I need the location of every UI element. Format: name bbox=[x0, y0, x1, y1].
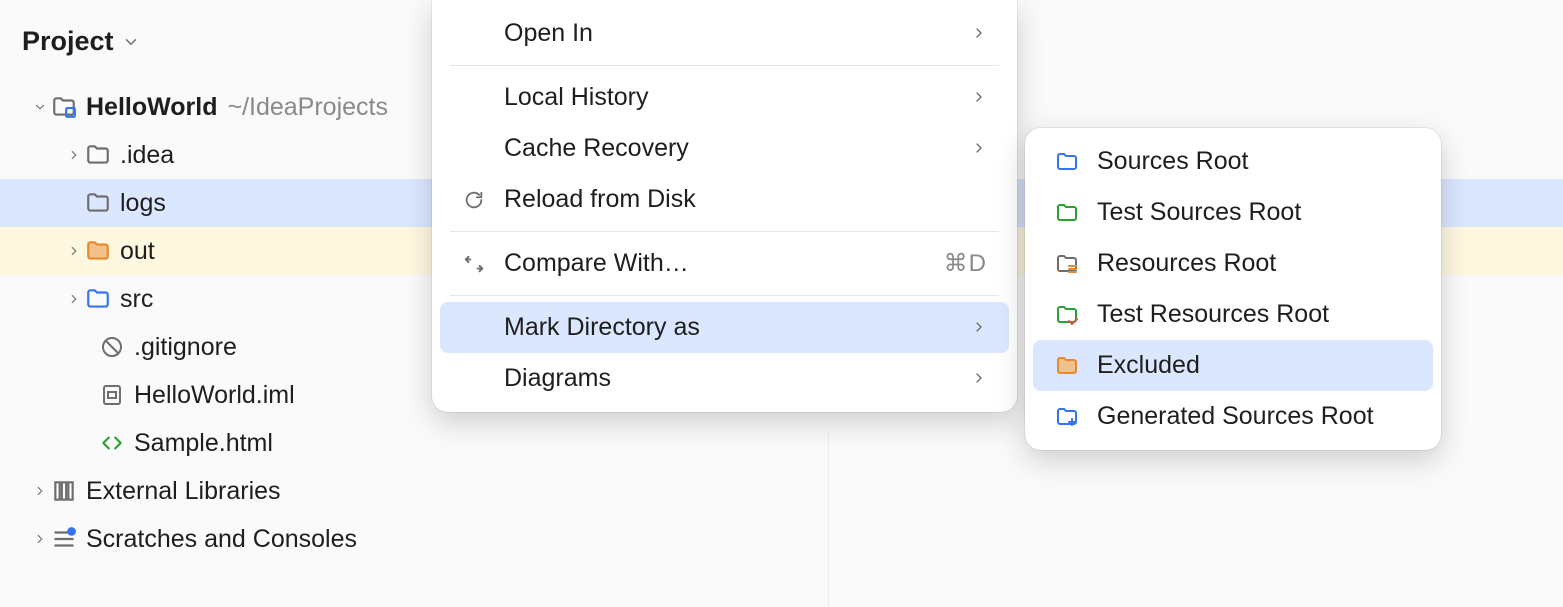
tree-item-label: .idea bbox=[120, 141, 174, 170]
chevron-right-icon bbox=[971, 83, 987, 112]
tree-item-label: src bbox=[120, 285, 153, 314]
menu-item-shortcut: ⌘D bbox=[944, 249, 987, 278]
tree-root-path: ~/IdeaProjects bbox=[227, 93, 388, 122]
expand-arrow-icon[interactable] bbox=[30, 529, 50, 549]
chevron-down-icon bbox=[122, 33, 140, 51]
chevron-right-icon bbox=[971, 364, 987, 393]
project-panel-title: Project bbox=[22, 26, 114, 57]
folder-icon bbox=[84, 189, 112, 217]
tree-item-label: logs bbox=[120, 189, 166, 218]
libraries-icon bbox=[50, 477, 78, 505]
sources-folder-icon bbox=[1053, 148, 1081, 176]
expand-arrow-icon[interactable] bbox=[30, 481, 50, 501]
submenu-resources-root[interactable]: Resources Root bbox=[1033, 238, 1433, 289]
chevron-right-icon bbox=[971, 134, 987, 163]
excluded-folder-icon bbox=[84, 237, 112, 265]
menu-item-label: Mark Directory as bbox=[504, 313, 959, 342]
submenu-test-sources-root[interactable]: Test Sources Root bbox=[1033, 187, 1433, 238]
tree-item-label: out bbox=[120, 237, 155, 266]
ignore-file-icon bbox=[98, 333, 126, 361]
submenu-item-label: Test Resources Root bbox=[1097, 300, 1411, 329]
menu-separator bbox=[450, 65, 999, 66]
reload-icon bbox=[460, 186, 488, 214]
tree-item-label: .gitignore bbox=[134, 333, 237, 362]
menu-compare[interactable]: Compare With… ⌘D bbox=[440, 238, 1009, 289]
menu-item-label: Local History bbox=[504, 83, 959, 112]
expand-arrow-icon[interactable] bbox=[64, 145, 84, 165]
sources-folder-icon bbox=[84, 285, 112, 313]
submenu-sources-root[interactable]: Sources Root bbox=[1033, 136, 1433, 187]
menu-separator bbox=[450, 231, 999, 232]
menu-mark-directory[interactable]: Mark Directory as bbox=[440, 302, 1009, 353]
tree-item-label: Sample.html bbox=[134, 429, 273, 458]
scratches-icon bbox=[50, 525, 78, 553]
chevron-right-icon bbox=[971, 313, 987, 342]
mark-directory-submenu: Sources Root Test Sources Root Resources… bbox=[1025, 128, 1441, 450]
tree-item-label: Scratches and Consoles bbox=[86, 525, 357, 554]
menu-reload[interactable]: Reload from Disk bbox=[440, 174, 1009, 225]
submenu-item-label: Resources Root bbox=[1097, 249, 1411, 278]
submenu-item-label: Test Sources Root bbox=[1097, 198, 1411, 227]
menu-cache-recovery[interactable]: Cache Recovery bbox=[440, 123, 1009, 174]
menu-item-label: Diagrams bbox=[504, 364, 959, 393]
submenu-excluded[interactable]: Excluded bbox=[1033, 340, 1433, 391]
module-folder-icon bbox=[50, 93, 78, 121]
submenu-item-label: Excluded bbox=[1097, 351, 1411, 380]
menu-item-label: Reload from Disk bbox=[504, 185, 987, 214]
submenu-item-label: Sources Root bbox=[1097, 147, 1411, 176]
context-menu: Open In Local History Cache Recovery Rel… bbox=[432, 0, 1017, 412]
folder-icon bbox=[84, 141, 112, 169]
tree-item-label: HelloWorld.iml bbox=[134, 381, 295, 410]
chevron-right-icon bbox=[971, 19, 987, 48]
html-file-icon bbox=[98, 429, 126, 457]
test-sources-folder-icon bbox=[1053, 199, 1081, 227]
generated-sources-folder-icon bbox=[1053, 403, 1081, 431]
menu-open-in[interactable]: Open In bbox=[440, 8, 1009, 59]
resources-folder-icon bbox=[1053, 250, 1081, 278]
tree-row-scratches[interactable]: Scratches and Consoles bbox=[0, 515, 1563, 563]
menu-item-label: Cache Recovery bbox=[504, 134, 959, 163]
menu-local-history[interactable]: Local History bbox=[440, 72, 1009, 123]
excluded-folder-icon bbox=[1053, 352, 1081, 380]
submenu-generated-sources-root[interactable]: Generated Sources Root bbox=[1033, 391, 1433, 442]
test-resources-folder-icon bbox=[1053, 301, 1081, 329]
compare-icon bbox=[460, 250, 488, 278]
iml-file-icon bbox=[98, 381, 126, 409]
expand-arrow-placeholder bbox=[64, 193, 84, 213]
submenu-test-resources-root[interactable]: Test Resources Root bbox=[1033, 289, 1433, 340]
menu-diagrams[interactable]: Diagrams bbox=[440, 353, 1009, 404]
menu-item-label: Compare With… bbox=[504, 249, 932, 278]
menu-separator bbox=[450, 295, 999, 296]
tree-row-external[interactable]: External Libraries bbox=[0, 467, 1563, 515]
tree-item-label: External Libraries bbox=[86, 477, 281, 506]
expand-arrow-icon[interactable] bbox=[64, 289, 84, 309]
menu-item-label: Open In bbox=[504, 19, 959, 48]
editor-divider bbox=[828, 430, 829, 607]
expand-arrow-icon[interactable] bbox=[30, 97, 50, 117]
submenu-item-label: Generated Sources Root bbox=[1097, 402, 1411, 431]
expand-arrow-icon[interactable] bbox=[64, 241, 84, 261]
tree-root-name: HelloWorld bbox=[86, 93, 217, 122]
